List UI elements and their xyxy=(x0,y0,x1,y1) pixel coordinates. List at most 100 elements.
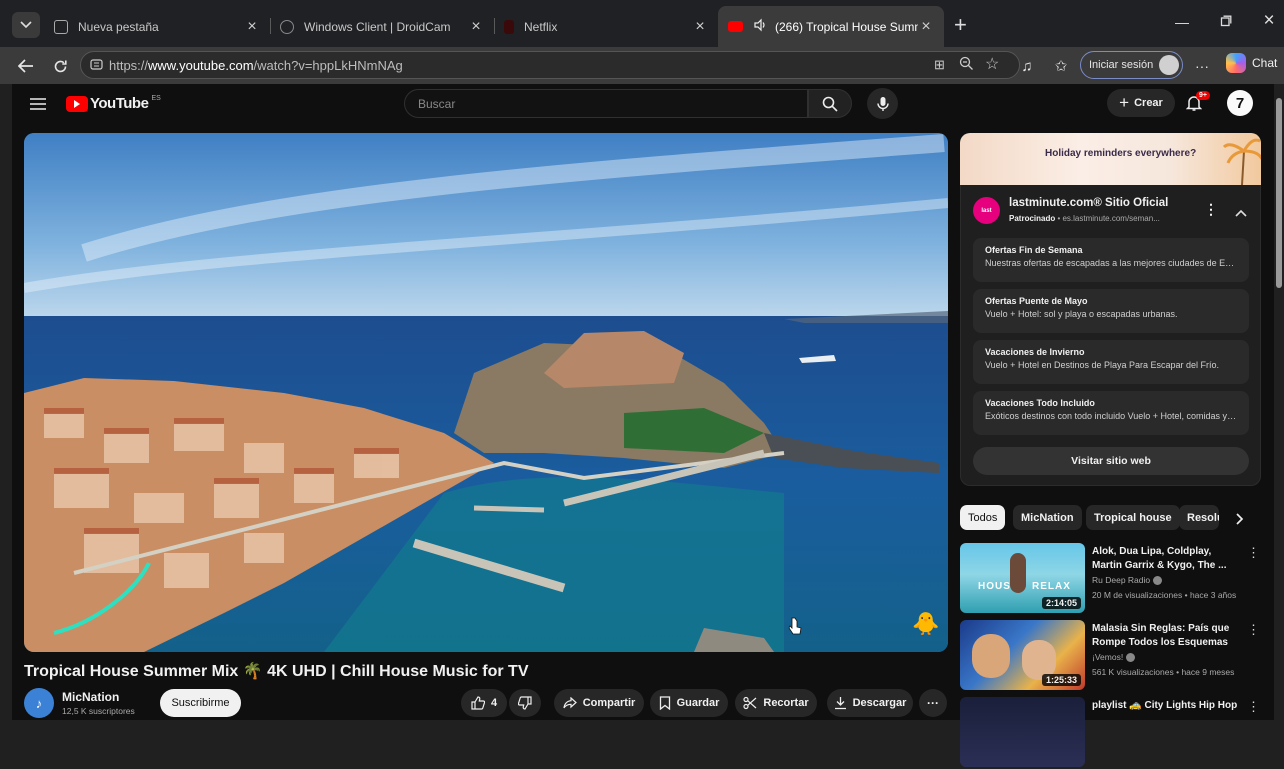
close-window-icon[interactable]: × xyxy=(1259,10,1279,32)
recommendation-item[interactable]: 1:25:33 Malasia Sin Reglas: País que Rom… xyxy=(960,620,1260,692)
notifications-button[interactable]: 9+ xyxy=(1185,91,1210,117)
ad-sitelink[interactable]: Vacaciones Todo Incluido Exóticos destin… xyxy=(973,391,1249,435)
chips-next-icon[interactable] xyxy=(1236,512,1244,530)
logo-text: YouTube xyxy=(90,95,149,112)
close-tab-icon[interactable]: × xyxy=(692,18,708,36)
ad-domain: es.lastminute.com/seman... xyxy=(1062,214,1160,223)
ad-sitelink[interactable]: Vacaciones de Invierno Vuelo + Hotel en … xyxy=(973,340,1249,384)
page-scrollbar[interactable] xyxy=(1276,98,1282,288)
visit-site-button[interactable]: Visitar sitio web xyxy=(973,447,1249,475)
video-thumbnail[interactable]: HOUSE RELAX 2:14:05 xyxy=(960,543,1085,613)
save-label: Guardar xyxy=(676,697,720,709)
more-actions-button[interactable]: ··· xyxy=(919,689,947,717)
close-tab-icon[interactable]: × xyxy=(468,18,484,36)
subscribe-button[interactable]: Suscribirme xyxy=(160,689,241,717)
reload-icon[interactable] xyxy=(49,55,71,77)
video-menu-icon[interactable]: ⋮ xyxy=(1247,545,1260,561)
like-button[interactable]: 4 xyxy=(461,689,507,717)
video-thumbnail[interactable] xyxy=(960,697,1085,767)
video-thumbnail[interactable]: 1:25:33 xyxy=(960,620,1085,690)
channel-avatar[interactable]: ♪ xyxy=(24,688,54,718)
app-available-icon[interactable]: ⊞ xyxy=(934,57,945,73)
lastminute-logo-icon: last xyxy=(981,207,992,214)
menu-icon[interactable] xyxy=(30,97,46,115)
subscribe-label: Suscribirme xyxy=(171,697,230,709)
video-player[interactable]: 🐥 xyxy=(24,133,948,652)
close-tab-icon[interactable]: × xyxy=(918,18,934,36)
ad-sitelink-title: Ofertas Puente de Mayo xyxy=(985,296,1088,306)
tab-list-button[interactable] xyxy=(12,12,40,38)
video-duration: 2:14:05 xyxy=(1041,597,1081,609)
share-label: Compartir xyxy=(582,697,636,709)
favorite-star-icon[interactable]: ☆ xyxy=(985,54,999,74)
chip-channel[interactable]: MicNation xyxy=(1013,505,1082,530)
zoom-icon[interactable] xyxy=(959,56,974,74)
ad-sitelink[interactable]: Ofertas Fin de Semana Nuestras ofertas d… xyxy=(973,238,1249,282)
thumbs-down-icon xyxy=(518,696,532,710)
browser-tab[interactable]: Nueva pestaña × xyxy=(44,6,270,47)
site-info-icon[interactable] xyxy=(90,58,103,74)
notifications-badge: 9+ xyxy=(1196,91,1210,100)
recommendation-item[interactable]: playlist 🚕 City Lights Hip Hop ⋮ xyxy=(960,697,1260,769)
voice-search-button[interactable] xyxy=(867,88,898,119)
ad-menu-icon[interactable]: ⋮ xyxy=(1204,201,1218,218)
collapse-icon[interactable] xyxy=(1235,204,1247,222)
video-menu-icon[interactable]: ⋮ xyxy=(1247,622,1260,638)
logo-region: ES xyxy=(151,95,161,102)
signin-label: Iniciar sesión xyxy=(1089,59,1154,71)
url-host: www.youtube.com xyxy=(148,57,254,73)
dislike-button[interactable] xyxy=(509,689,541,717)
chevron-down-icon xyxy=(20,21,32,29)
download-icon xyxy=(834,697,846,710)
browser-tab[interactable]: Windows Client | DroidCam × xyxy=(270,6,494,47)
ad-sitelink-desc: Vuelo + Hotel: sol y playa o escapadas u… xyxy=(985,309,1178,319)
ad-banner[interactable]: Holiday reminders everywhere? xyxy=(960,133,1261,185)
new-tab-button[interactable]: + xyxy=(954,12,967,38)
video-meta: 20 M de visualizaciones • hace 3 años xyxy=(1092,590,1237,600)
sponsored-label: Patrocinado xyxy=(1009,214,1056,223)
speaker-icon[interactable] xyxy=(753,18,767,35)
ad-sitelink[interactable]: Ofertas Puente de Mayo Vuelo + Hotel: so… xyxy=(973,289,1249,333)
favorites-icon[interactable]: ✩ xyxy=(1050,55,1072,77)
advertiser-logo[interactable]: last xyxy=(973,197,1000,224)
search-input[interactable]: Buscar xyxy=(404,89,808,118)
browser-tab-active[interactable]: (266) Tropical House Summer × xyxy=(718,6,944,47)
chip-all[interactable]: Todos xyxy=(960,505,1006,530)
chip-topic[interactable]: Tropical house xyxy=(1086,505,1180,530)
restore-icon[interactable] xyxy=(1216,14,1236,30)
browser-tab[interactable]: Netflix × xyxy=(494,6,718,47)
tab-title: Windows Client | DroidCam xyxy=(304,19,451,34)
address-bar[interactable]: https://www.youtube.com/watch?v=hppLkHNm… xyxy=(80,51,1020,79)
minimize-icon[interactable]: — xyxy=(1172,14,1192,30)
share-icon xyxy=(563,697,577,709)
visit-site-label: Visitar sitio web xyxy=(1071,455,1151,467)
page-icon xyxy=(54,19,68,34)
video-channel: ¡Vemos! xyxy=(1092,652,1136,663)
copilot-chat-button[interactable]: Chat xyxy=(1226,53,1277,73)
ad-sitelink-title: Vacaciones Todo Incluido xyxy=(985,398,1095,408)
clip-button[interactable]: Recortar xyxy=(735,689,817,717)
video-title: Malasia Sin Reglas: País que Rompe Todos… xyxy=(1092,623,1230,648)
youtube-logo[interactable]: YouTube ES xyxy=(66,95,161,112)
tab-title: (266) Tropical House Summer xyxy=(775,19,918,34)
extensions-icon[interactable]: ♫ xyxy=(1016,55,1038,77)
ad-sponsor-line: Patrocinado • es.lastminute.com/seman... xyxy=(1009,214,1160,223)
chip-topic[interactable]: Resolu xyxy=(1179,505,1219,530)
profile-avatar-icon xyxy=(1159,55,1179,75)
close-tab-icon[interactable]: × xyxy=(244,18,260,36)
advertiser-name[interactable]: lastminute.com® Sitio Oficial xyxy=(1009,197,1168,209)
back-icon[interactable] xyxy=(15,55,37,77)
signin-button[interactable]: Iniciar sesión xyxy=(1080,51,1183,79)
channel-name[interactable]: MicNation xyxy=(62,690,119,704)
video-menu-icon[interactable]: ⋮ xyxy=(1247,699,1260,715)
more-options-icon[interactable]: ··· xyxy=(1191,55,1213,77)
save-button[interactable]: Guardar xyxy=(650,689,728,717)
search-button[interactable] xyxy=(808,89,852,118)
download-button[interactable]: Descargar xyxy=(827,689,913,717)
like-count: 4 xyxy=(490,697,498,709)
search-placeholder: Buscar xyxy=(418,96,456,111)
recommendation-item[interactable]: HOUSE RELAX 2:14:05 Alok, Dua Lipa, Cold… xyxy=(960,543,1260,615)
share-button[interactable]: Compartir xyxy=(554,689,644,717)
create-button[interactable]: + Crear xyxy=(1107,89,1175,117)
account-avatar[interactable]: 7 xyxy=(1227,90,1253,116)
